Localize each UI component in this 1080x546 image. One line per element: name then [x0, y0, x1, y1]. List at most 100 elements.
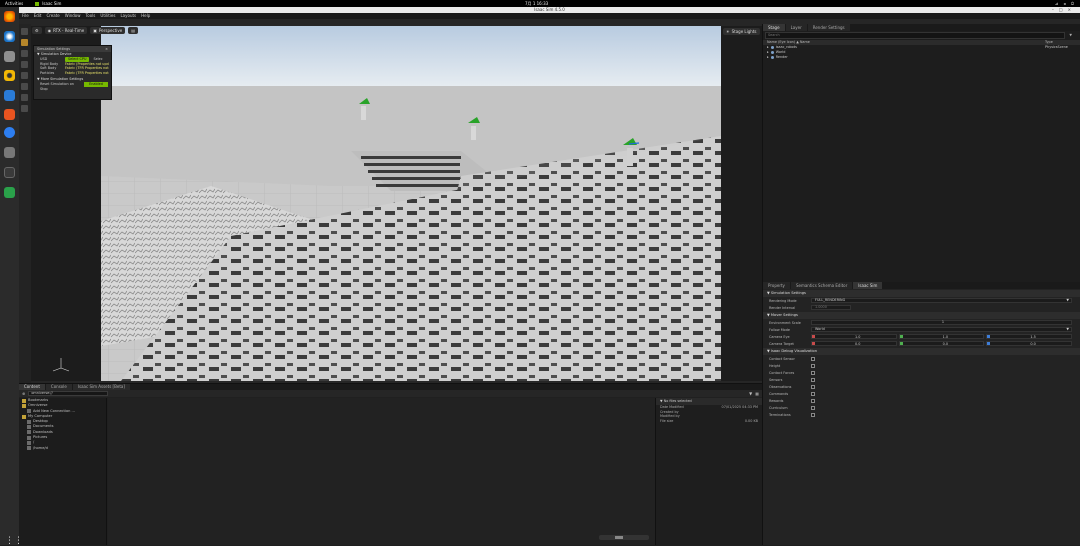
- path-field[interactable]: omniverse://: [28, 391, 109, 396]
- settings-button[interactable]: ⚙: [32, 27, 42, 34]
- prim-type: PhysicsScene: [1045, 45, 1068, 49]
- visibility-button[interactable]: ▤: [128, 27, 138, 34]
- y-axis-tag: [899, 335, 903, 338]
- maximize-icon[interactable]: □: [1059, 7, 1068, 12]
- camera-eye-z[interactable]: 1.5: [986, 334, 1073, 339]
- tab-console[interactable]: Console: [45, 384, 72, 390]
- folder-icon: [22, 403, 26, 408]
- folder-icon: [27, 441, 31, 446]
- tree-item-label: /home/d: [33, 445, 48, 450]
- rhythmbox-icon[interactable]: [4, 70, 15, 81]
- snap-tool-icon[interactable]: [21, 72, 28, 79]
- app-center-icon[interactable]: [4, 109, 15, 120]
- debug-checkbox[interactable]: [811, 363, 815, 368]
- trash-icon[interactable]: [4, 187, 15, 198]
- debug-checkbox[interactable]: [811, 405, 815, 410]
- camera-button[interactable]: ▣ Perspective: [90, 27, 126, 34]
- tab-isaac-assets[interactable]: Isaac Sim Assets [Beta]: [72, 384, 130, 390]
- minimize-icon[interactable]: –: [1052, 7, 1059, 12]
- view-grid-icon[interactable]: ▦: [755, 391, 759, 396]
- terminal-icon[interactable]: [4, 167, 15, 178]
- mover-settings-section[interactable]: ▼ Mover Settings: [763, 312, 1080, 319]
- search-placeholder: Search: [768, 33, 780, 37]
- menu-help[interactable]: Help: [141, 13, 150, 19]
- viewport[interactable]: [31, 26, 762, 381]
- close-icon[interactable]: ×: [105, 46, 108, 52]
- thunderbird-icon[interactable]: [4, 31, 15, 42]
- help-icon[interactable]: [4, 127, 15, 138]
- follow-mode-dropdown[interactable]: World ▼: [811, 327, 1072, 332]
- render-interval-field[interactable]: 1.0000: [811, 305, 851, 310]
- debug-label: Contact Forces: [769, 370, 795, 375]
- pause-icon[interactable]: [21, 94, 28, 101]
- thumbnail-size-slider[interactable]: [599, 535, 649, 540]
- camera-eye-y[interactable]: 1.0: [898, 334, 985, 339]
- tree-item[interactable]: /home/d: [19, 446, 106, 451]
- camera-target-label: Camera Target: [769, 341, 794, 346]
- camera-eye-x[interactable]: 1.0: [811, 334, 897, 339]
- stage-row[interactable]: ▸ Render: [763, 55, 1080, 60]
- window-titlebar[interactable]: Isaac Sim 4.5.0 –□×: [19, 7, 1080, 13]
- debug-vis-section[interactable]: ▼ Isaac Debug Visualization: [763, 348, 1080, 355]
- debug-checkbox[interactable]: [811, 391, 815, 396]
- tab-stage[interactable]: Stage: [763, 24, 785, 31]
- menu-edit[interactable]: Edit: [34, 13, 42, 19]
- stage-tabs: Stage Layer Render Settings: [763, 24, 1080, 31]
- tab-layer[interactable]: Layer: [785, 24, 807, 31]
- reset-on-stop-toggle[interactable]: Enabled: [84, 82, 108, 87]
- rotate-tool-icon[interactable]: [21, 50, 28, 57]
- stage-lights-button[interactable]: ☀ Stage Lights: [723, 28, 760, 35]
- stage-search-input[interactable]: Search ▼: [765, 32, 1072, 39]
- app-menu[interactable]: Isaac Sim: [35, 1, 61, 6]
- camera-target-y[interactable]: 0.0: [898, 341, 985, 346]
- play-icon[interactable]: [21, 83, 28, 90]
- content-grid[interactable]: [108, 398, 655, 545]
- menu-create[interactable]: Create: [46, 13, 59, 19]
- debug-checkbox[interactable]: [811, 356, 815, 361]
- slider-thumb[interactable]: [615, 536, 623, 539]
- simulation-settings-section[interactable]: ▼ Simulation Settings: [763, 290, 1080, 297]
- add-connection-icon: [27, 409, 31, 414]
- tab-isaac-sim[interactable]: Isaac Sim: [853, 282, 883, 289]
- activities-button[interactable]: Activities: [5, 1, 23, 6]
- select-tool-icon[interactable]: [21, 28, 28, 35]
- debug-checkbox[interactable]: [811, 370, 815, 375]
- writer-icon[interactable]: [4, 90, 15, 101]
- debug-checkbox[interactable]: [811, 377, 815, 382]
- camera-target-z[interactable]: 0.0: [986, 341, 1073, 346]
- debug-checkbox[interactable]: [811, 384, 815, 389]
- stop-icon[interactable]: [21, 105, 28, 112]
- tab-semantics-editor[interactable]: Semantics Schema Editor: [790, 282, 853, 289]
- filter-icon[interactable]: ▼: [749, 391, 752, 396]
- menu-utilities[interactable]: Utilities: [100, 13, 115, 19]
- import-icon[interactable]: ⊕: [22, 391, 25, 396]
- system-tray[interactable]: ⊿ ◂ ⏻: [1055, 1, 1076, 6]
- filter-icon[interactable]: ▼: [1069, 33, 1072, 38]
- tab-property[interactable]: Property: [763, 282, 790, 289]
- menu-window[interactable]: Window: [65, 13, 81, 19]
- scale-tool-icon[interactable]: [21, 61, 28, 68]
- render-interval-label: Render Interval: [769, 305, 796, 310]
- camera-target-x[interactable]: 0.0: [811, 341, 897, 346]
- expand-icon[interactable]: ▸: [767, 55, 769, 60]
- isaac-app-icon: [35, 1, 40, 6]
- menu-layouts[interactable]: Layouts: [120, 13, 136, 19]
- window-controls[interactable]: –□×: [1052, 7, 1076, 13]
- debug-label: Terminations: [769, 412, 791, 417]
- menu-file[interactable]: File: [22, 13, 29, 19]
- env-scale-field[interactable]: 1: [811, 320, 1072, 325]
- render-mode-dropdown[interactable]: FULL_RENDERING ▼: [811, 298, 1072, 303]
- move-tool-icon[interactable]: [21, 39, 28, 46]
- debug-checkbox[interactable]: [811, 412, 815, 417]
- debug-checkbox[interactable]: [811, 398, 815, 403]
- network-icon: ⊿: [1054, 1, 1061, 6]
- tab-content[interactable]: Content: [19, 384, 45, 390]
- close-icon[interactable]: ×: [1068, 7, 1076, 12]
- content-tree: Bookmarks Omniverse Add New Connection .…: [19, 398, 107, 545]
- isaac-sim-icon[interactable]: [4, 147, 15, 158]
- files-icon[interactable]: [4, 51, 15, 62]
- tab-render-settings[interactable]: Render Settings: [807, 24, 850, 31]
- firefox-icon[interactable]: [4, 11, 15, 22]
- menu-tools[interactable]: Tools: [86, 13, 96, 19]
- render-mode-button[interactable]: ◉ RTX - Real-Time: [44, 27, 88, 34]
